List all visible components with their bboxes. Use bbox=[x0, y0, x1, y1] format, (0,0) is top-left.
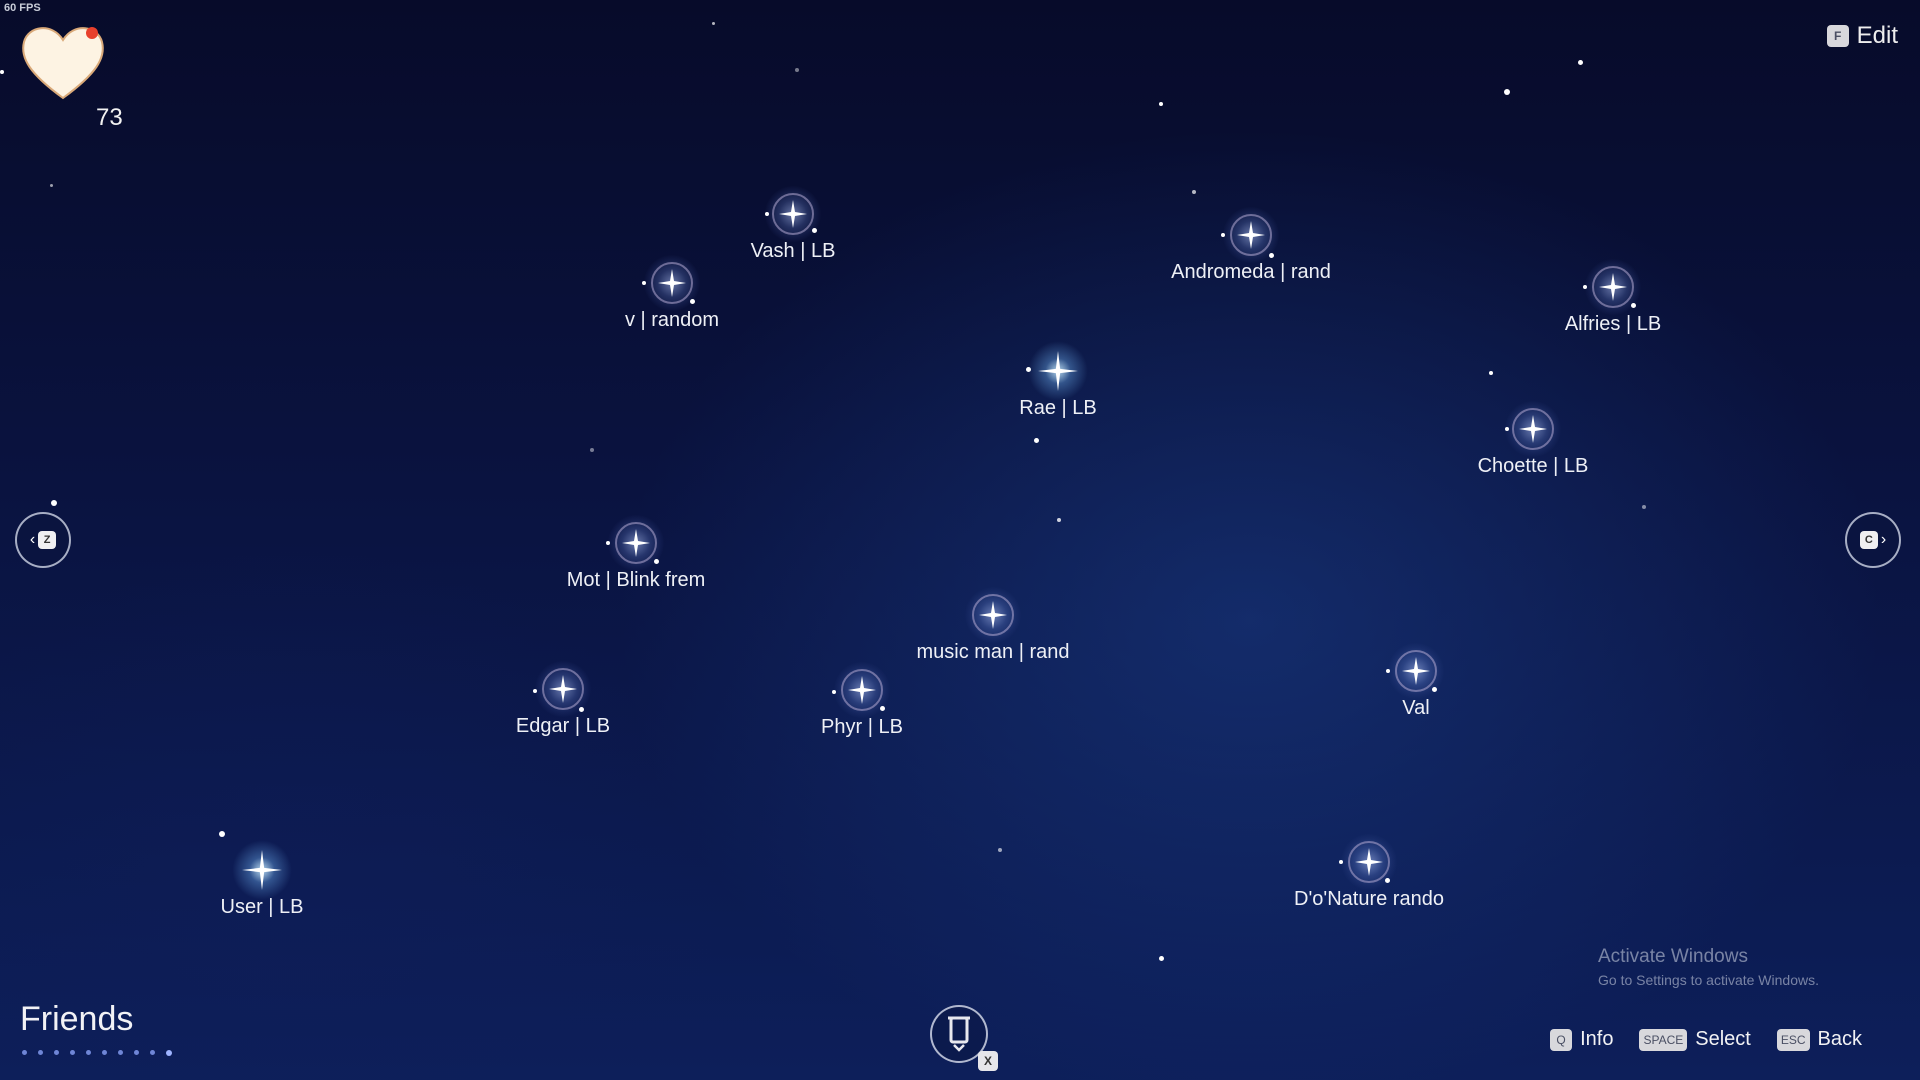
key-hints: Q Info SPACE Select ESC Back bbox=[1550, 1028, 1862, 1051]
friend-name: Vash | LB bbox=[750, 240, 836, 262]
background-star bbox=[1504, 89, 1510, 95]
background-star bbox=[998, 848, 1002, 852]
friend-name: Val bbox=[1402, 697, 1430, 719]
background-star bbox=[1159, 102, 1163, 106]
background-star bbox=[1057, 518, 1061, 522]
x-key: X bbox=[978, 1051, 998, 1071]
constellation-screen: 60 FPS 73 F Edit Vash | LB v | random An… bbox=[0, 0, 1920, 1080]
select-label: Select bbox=[1695, 1028, 1751, 1050]
star-icon bbox=[1599, 273, 1627, 301]
friend-name: Mot | Blink frem bbox=[566, 569, 706, 591]
page-dot bbox=[86, 1050, 91, 1055]
info-label: Info bbox=[1580, 1028, 1614, 1050]
star-icon bbox=[622, 529, 650, 557]
background-star bbox=[51, 500, 57, 506]
friend-name: Phyr | LB bbox=[821, 716, 903, 738]
page-dot bbox=[150, 1050, 155, 1055]
star-icon bbox=[1237, 221, 1265, 249]
star-icon bbox=[1519, 415, 1547, 443]
star-icon bbox=[1038, 351, 1078, 391]
star-icon bbox=[1402, 657, 1430, 685]
background-star bbox=[1642, 505, 1646, 509]
page-dot bbox=[54, 1050, 59, 1055]
page-dot bbox=[118, 1050, 123, 1055]
next-key: C bbox=[1859, 531, 1878, 549]
page-dot bbox=[22, 1050, 27, 1055]
friend-name: Alfries | LB bbox=[1564, 313, 1662, 335]
next-page-button[interactable]: C › bbox=[1845, 512, 1901, 568]
star-icon bbox=[848, 676, 876, 704]
page-dot bbox=[38, 1050, 43, 1055]
background-star bbox=[590, 448, 594, 452]
heart-icon bbox=[18, 22, 108, 112]
gate-button[interactable]: X bbox=[930, 1005, 998, 1071]
friend-name: User | LB bbox=[220, 896, 304, 918]
star-icon bbox=[242, 850, 282, 890]
background-star bbox=[712, 22, 715, 25]
star-icon bbox=[658, 269, 686, 297]
friend-name: music man | rand bbox=[916, 641, 1070, 663]
select-hint[interactable]: SPACE Select bbox=[1639, 1028, 1751, 1051]
friend-name: Rae | LB bbox=[1019, 397, 1097, 419]
chevron-right-icon: › bbox=[1880, 531, 1887, 548]
info-hint[interactable]: Q Info bbox=[1550, 1028, 1613, 1051]
page-dot-active bbox=[166, 1050, 172, 1056]
edit-label: Edit bbox=[1856, 22, 1898, 49]
background-star bbox=[1578, 60, 1583, 65]
background-star bbox=[219, 831, 225, 837]
page-dot bbox=[134, 1050, 139, 1055]
star-icon bbox=[979, 601, 1007, 629]
background-star bbox=[1489, 371, 1493, 375]
info-key: Q bbox=[1550, 1028, 1573, 1051]
star-icon bbox=[779, 200, 807, 228]
select-key: SPACE bbox=[1639, 1028, 1688, 1051]
fps-counter: 60 FPS bbox=[4, 2, 41, 14]
background-star bbox=[0, 70, 4, 74]
heart-count: 73 bbox=[96, 104, 123, 131]
chevron-left-icon: ‹ bbox=[29, 531, 36, 548]
background-star bbox=[1159, 956, 1164, 961]
watermark-title: Activate Windows bbox=[1598, 946, 1748, 967]
edit-key: F bbox=[1826, 25, 1849, 47]
edit-button[interactable]: F Edit bbox=[1826, 22, 1898, 50]
friend-name: Choette | LB bbox=[1477, 455, 1589, 477]
friend-name: D'o'Nature rando bbox=[1294, 888, 1444, 910]
friend-name: v | random bbox=[624, 309, 720, 331]
friend-name: Andromeda | rand bbox=[1171, 261, 1331, 283]
previous-page-button[interactable]: ‹ Z bbox=[15, 512, 71, 568]
previous-key: Z bbox=[38, 531, 57, 549]
background-star bbox=[1192, 190, 1196, 194]
page-indicator bbox=[22, 1050, 172, 1056]
page-title: Friends bbox=[20, 1000, 134, 1038]
watermark-subtitle: Go to Settings to activate Windows. bbox=[1598, 972, 1819, 988]
back-key: ESC bbox=[1776, 1028, 1810, 1051]
windows-activation-watermark: Activate Windows Go to Settings to activ… bbox=[1598, 946, 1819, 988]
back-label: Back bbox=[1817, 1028, 1862, 1050]
background-star bbox=[795, 68, 799, 72]
page-dot bbox=[102, 1050, 107, 1055]
star-icon bbox=[1355, 848, 1383, 876]
background-star bbox=[50, 184, 53, 187]
back-hint[interactable]: ESC Back bbox=[1776, 1028, 1862, 1051]
star-icon bbox=[549, 675, 577, 703]
page-dot bbox=[70, 1050, 75, 1055]
